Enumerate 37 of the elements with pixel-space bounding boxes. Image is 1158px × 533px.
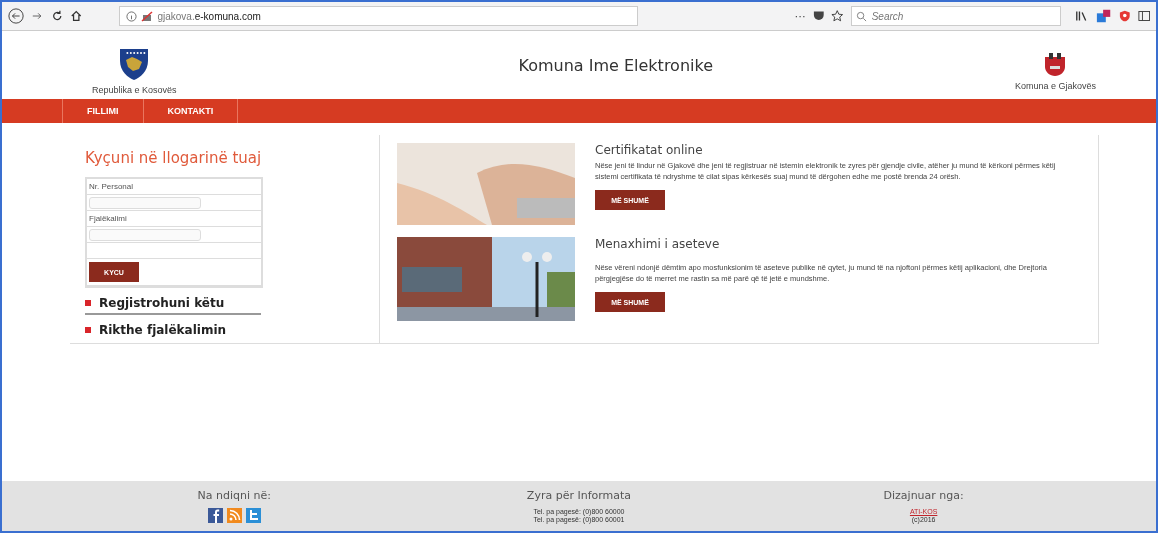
- back-icon[interactable]: [8, 7, 25, 25]
- footer-heading: Na ndiqni në:: [197, 489, 272, 502]
- star-icon[interactable]: [831, 9, 844, 23]
- site-title: Komuna Ime Elektronike: [518, 55, 714, 75]
- sidebar-icon[interactable]: [1137, 10, 1150, 22]
- social-icon[interactable]: [207, 508, 223, 523]
- article-title: Certifikatat online: [595, 143, 704, 157]
- bullet-icon: [85, 300, 91, 306]
- article-title: Menaxhimi i aseteve: [595, 237, 721, 251]
- home-icon[interactable]: [69, 9, 83, 23]
- pocket-icon[interactable]: [812, 10, 825, 22]
- nav-link[interactable]: FILLIMI: [62, 99, 144, 123]
- address-bar[interactable]: gjakova.e-komuna.com: [119, 6, 638, 26]
- url-text: gjakova.e-komuna.com: [157, 10, 261, 22]
- field-label: Nr. Personal: [89, 182, 134, 191]
- input-field[interactable]: [89, 228, 201, 241]
- extension-icon[interactable]: [1095, 8, 1112, 24]
- info-icon[interactable]: [126, 10, 138, 22]
- emblem-caption: Republika e Kosovës: [92, 85, 177, 95]
- library-icon[interactable]: [1074, 10, 1089, 22]
- nav-link[interactable]: KONTAKTI: [143, 99, 239, 123]
- login-title: Kyçuni në llogarinë tuaj: [85, 149, 263, 167]
- more-actions-button[interactable]: ···: [794, 10, 806, 22]
- field-label: Fjalëkalimi: [89, 214, 127, 223]
- link[interactable]: Regjistrohuni këtu: [99, 296, 225, 310]
- footer-heading: Dizajnuar nga:: [883, 489, 964, 502]
- shield-emblem-icon: [118, 47, 151, 81]
- bullet-icon: [85, 327, 91, 333]
- search-field[interactable]: Search: [850, 6, 1061, 26]
- link[interactable]: Rikthe fjalëkalimin: [99, 323, 227, 337]
- footer-heading: Zyra për Informata: [526, 489, 632, 502]
- emblem-caption: Komuna e Gjakovës: [1014, 81, 1096, 91]
- crossed-lock-icon[interactable]: [141, 10, 154, 22]
- shield-icon[interactable]: [1118, 9, 1131, 23]
- social-icon[interactable]: [245, 508, 261, 523]
- input-field[interactable]: [89, 196, 201, 209]
- reload-icon[interactable]: [50, 9, 63, 23]
